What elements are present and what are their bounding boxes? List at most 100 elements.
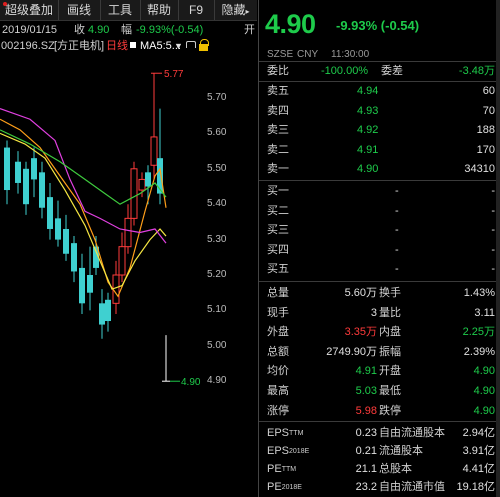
y-tick-label: 5.00 — [207, 339, 227, 351]
stat-value: 2749.90万 — [326, 345, 377, 358]
toolbar-help-button[interactable]: 帮助 — [140, 0, 179, 20]
bid-level-label: 买一 — [267, 185, 289, 197]
bid-row[interactable]: 买四 - - — [259, 241, 500, 260]
stats-row: 外盘 3.35万 内盘 2.25万 — [259, 323, 500, 342]
ask-volume: 34310 — [464, 163, 495, 176]
fund-label-sup: 2018E — [281, 484, 302, 491]
candle-body — [130, 168, 138, 219]
ask-row[interactable]: 卖一 4.90 34310 — [259, 160, 500, 179]
bid-row[interactable]: 买二 - - — [259, 202, 500, 221]
bid-volume: - — [491, 243, 495, 256]
candle-body — [79, 267, 85, 304]
divider-line — [259, 180, 500, 181]
ask-price: 4.94 — [357, 85, 379, 97]
stat-label: 总量 — [267, 287, 289, 299]
fund-value: 0.23 — [355, 427, 377, 439]
bid-level-label: 买三 — [267, 224, 289, 237]
bid-volume: - — [491, 263, 495, 276]
fund-value: 23.2 — [355, 481, 377, 493]
candle-body — [15, 161, 21, 183]
fund-value: 19.18亿 — [456, 481, 495, 493]
stats-row: 总量 5.60万 换手 1.43% — [259, 284, 500, 303]
bid-level-label: 买二 — [267, 204, 289, 217]
order-ratio-row: 委比 -100.00% 委差 -3.48万 — [259, 62, 500, 81]
candle-body — [118, 246, 126, 276]
bid-level-label: 买五 — [267, 263, 289, 276]
stats-row: 涨停 5.98 跌停 4.90 — [259, 402, 500, 421]
bid-price: - — [395, 185, 399, 197]
toolbar-label: 隐藏 — [221, 3, 246, 17]
fund-label: 总股本 — [379, 463, 412, 475]
bid-level-label: 买四 — [267, 243, 289, 256]
ask-row[interactable]: 卖三 4.92 188 — [259, 121, 500, 140]
bid-price: - — [395, 263, 399, 276]
period-label[interactable]: 日线 — [106, 38, 128, 54]
ask-price: 4.93 — [357, 104, 379, 117]
stat-label: 总额 — [267, 345, 289, 358]
stat-value: 4.90 — [473, 365, 495, 378]
stat-value: 3 — [370, 306, 377, 319]
date-label: 2019/01/15 — [2, 24, 58, 36]
y-tick-label: 5.50 — [207, 162, 227, 174]
stat-label: 量比 — [379, 306, 401, 319]
bid-volume: - — [491, 204, 495, 217]
toolbar-f9-button[interactable]: F9 — [178, 0, 215, 20]
stock-name: [方正电机] — [54, 40, 105, 52]
ma5-swatch — [130, 42, 136, 48]
stat-label: 外盘 — [267, 326, 289, 339]
ask-volume: 170 — [476, 143, 495, 156]
bid-price: - — [395, 204, 399, 217]
candle-body — [55, 218, 61, 240]
fund-label: PETTM — [267, 460, 296, 479]
ask-price: 4.92 — [357, 124, 379, 137]
bid-row[interactable]: 买一 - - — [259, 182, 500, 201]
ask-level-label: 卖五 — [267, 85, 289, 97]
open-label: 开 — [244, 24, 255, 36]
stat-label: 均价 — [267, 365, 289, 378]
bid-volume: - — [491, 224, 495, 237]
toolbar-label: 超级叠加 — [4, 3, 53, 17]
candle-body — [63, 228, 69, 254]
candle-body — [124, 217, 132, 248]
y-tick-label: 5.30 — [207, 233, 227, 245]
toolbar-super-overlay-button[interactable]: 超级叠加 — [0, 0, 59, 20]
bid-row[interactable]: 买五 - - — [259, 260, 500, 279]
candle-body — [138, 178, 146, 191]
bid-row[interactable]: 买三 - - — [259, 221, 500, 240]
ask-row[interactable]: 卖四 4.93 70 — [259, 102, 500, 121]
stat-value: 3.11 — [474, 306, 495, 319]
fund-label: 自由流通股本 — [379, 427, 445, 439]
toolbar-label: 帮助 — [146, 3, 171, 17]
ma-dropdown-icon[interactable]: ▼ — [174, 38, 183, 54]
y-tick-label: 4.90 — [207, 375, 227, 387]
stat-value: 4.90 — [473, 404, 495, 417]
fund-label-sup: 2018E — [289, 448, 310, 455]
stat-value: 5.98 — [355, 404, 377, 417]
fund-value: 2.94亿 — [462, 427, 495, 439]
toolbar-hide-button[interactable]: 隐藏▸ — [214, 0, 257, 20]
stat-value: 2.39% — [463, 345, 495, 358]
ask-price: 4.91 — [357, 143, 379, 156]
ask-row[interactable]: 卖五 4.94 60 — [259, 82, 500, 101]
stat-label: 内盘 — [379, 326, 401, 339]
fund-value: 21.1 — [355, 463, 377, 475]
toolbar-tools-button[interactable]: 工具 — [100, 0, 141, 20]
toolbar-draw-button[interactable]: 画线 — [58, 0, 101, 20]
ask-level-label: 卖三 — [267, 124, 289, 137]
scrollbar[interactable] — [496, 0, 500, 497]
fund-value: 0.21 — [355, 445, 377, 457]
settings-icon[interactable] — [186, 41, 196, 48]
stat-value: 4.90 — [473, 385, 495, 397]
time-label: 11:30:00 — [331, 49, 370, 60]
candle-body — [157, 158, 163, 194]
stat-label: 现手 — [267, 306, 289, 319]
kline-chart[interactable]: 5.77 4.90 5.70 5.60 5.50 5.40 5.30 5.20 5.10 5.0… — [0, 53, 258, 497]
fund-label-sup: TTM — [281, 466, 297, 473]
ask-level-label: 卖二 — [267, 143, 289, 156]
ask-row[interactable]: 卖二 4.91 170 — [259, 141, 500, 160]
candle-body — [105, 299, 111, 322]
stock-code: 002196.SZ — [1, 40, 55, 52]
fund-value: 3.91亿 — [462, 445, 495, 457]
fundamentals-row: EPSTTM 0.23 自由流通股本 2.94亿 — [259, 424, 500, 443]
stat-label: 最低 — [379, 385, 401, 397]
